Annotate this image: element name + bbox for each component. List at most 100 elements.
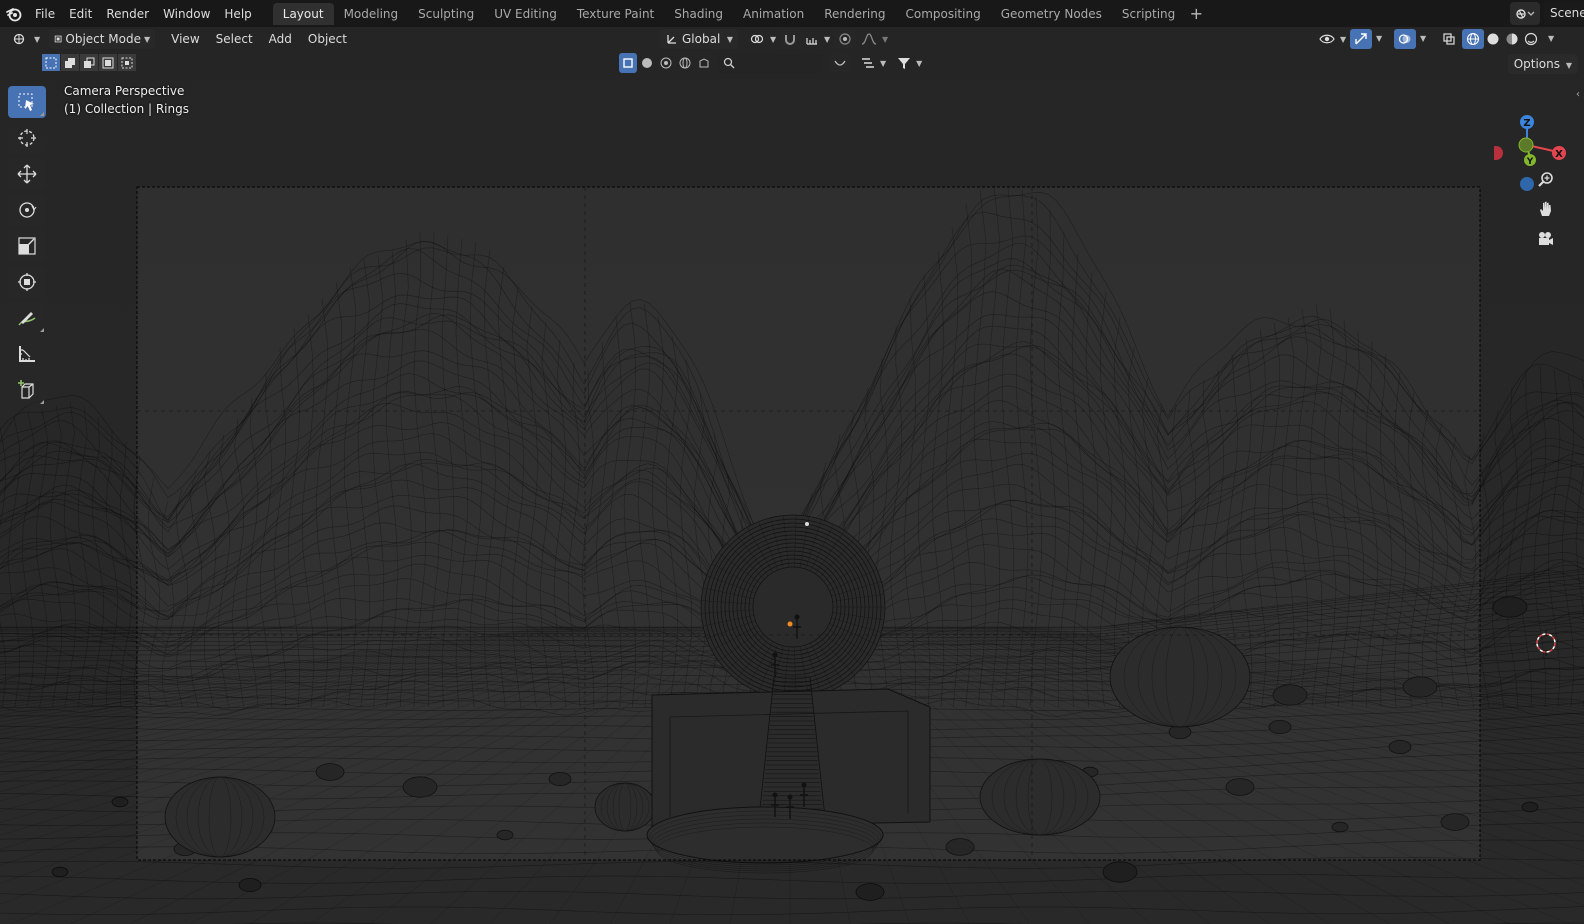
falloff-curve-icon [861, 33, 877, 45]
menu-object[interactable]: Object [300, 29, 355, 49]
snap-increment-icon [806, 38, 817, 45]
filter-sort-button[interactable]: ▼ [856, 53, 891, 73]
wireframe-sphere-icon [1466, 32, 1480, 46]
gizmo-neg-y-icon[interactable] [1518, 137, 1534, 153]
scene-browse-button[interactable] [1510, 2, 1540, 25]
select-intersect-button[interactable] [118, 54, 136, 71]
add-cube-tool[interactable] [8, 374, 46, 406]
filter-mesh-button[interactable] [638, 53, 656, 73]
select-box-tool[interactable] [8, 86, 46, 118]
view-name-label: Camera Perspective [64, 84, 185, 98]
object-origin [787, 621, 793, 627]
transform-orientation-select[interactable]: Global ▼ [660, 29, 738, 49]
transform-icon [18, 273, 36, 291]
viewport-header: ▼ Object Mode ▼ View Select Add Object G… [0, 27, 1584, 51]
tab-animation[interactable]: Animation [733, 3, 814, 25]
tab-texture-paint[interactable]: Texture Paint [567, 3, 664, 25]
transform-tool[interactable] [8, 266, 46, 298]
options-label: Options [1513, 57, 1561, 71]
shading-dropdown-icon[interactable]: ▼ [1548, 34, 1554, 43]
tab-compositing[interactable]: Compositing [895, 3, 990, 25]
3d-viewport[interactable]: ▼ Object Mode ▼ View Select Add Object G… [0, 27, 1584, 924]
gizmo-dropdown-icon[interactable]: ▼ [1376, 34, 1382, 43]
filter-funnel-icon [898, 58, 911, 69]
camera-view-button[interactable] [1534, 227, 1558, 251]
gizmo-neg-x-icon[interactable] [1494, 146, 1503, 160]
menu-add[interactable]: Add [261, 29, 300, 49]
tab-geometry-nodes[interactable]: Geometry Nodes [991, 3, 1112, 25]
cursor-tool[interactable] [8, 122, 46, 154]
overlays-toggle-button[interactable] [1394, 29, 1416, 49]
rotate-icon [19, 202, 37, 218]
pivot-point-button[interactable]: ▼ [744, 29, 781, 49]
search-field[interactable] [718, 53, 822, 73]
menu-help[interactable]: Help [217, 3, 258, 25]
select-new-icon [45, 57, 57, 68]
select-invert-button[interactable] [99, 54, 117, 71]
zoom-magnifier-icon [1538, 172, 1553, 187]
orientation-label: Global [682, 32, 721, 46]
pan-button[interactable] [1534, 197, 1558, 221]
zoom-button[interactable] [1534, 168, 1558, 192]
filter-texture-button[interactable] [695, 53, 713, 73]
menu-window[interactable]: Window [156, 3, 217, 25]
annotate-tool[interactable] [8, 302, 46, 334]
camera-passepartout-top [0, 27, 1584, 187]
wireframe-scene[interactable] [0, 27, 1584, 924]
sidebar-toggle-icon[interactable]: ‹ [1576, 89, 1584, 103]
overlays-dropdown-icon[interactable]: ▼ [1420, 34, 1426, 43]
filter-object-button[interactable] [619, 53, 637, 73]
scene-icon [1516, 8, 1535, 19]
filter-world-button[interactable] [676, 53, 694, 73]
snap-target-button[interactable]: ▼ [800, 29, 835, 49]
filter-funnel-button[interactable]: ▼ [892, 53, 927, 73]
measure-tool[interactable] [8, 338, 46, 370]
scale-tool[interactable] [8, 230, 46, 262]
filter-material-button[interactable] [657, 53, 675, 73]
gizmo-neg-z-icon[interactable] [1520, 177, 1534, 191]
tab-shading[interactable]: Shading [664, 3, 733, 25]
move-tool[interactable] [8, 158, 46, 190]
shading-rendered-button[interactable] [1520, 29, 1542, 49]
falloff-button[interactable]: ▼ [856, 29, 893, 49]
rotate-tool[interactable] [8, 194, 46, 226]
menu-select[interactable]: Select [208, 29, 261, 49]
object-visibility-button[interactable]: ▼ [1314, 29, 1351, 49]
tab-scripting[interactable]: Scripting [1112, 3, 1185, 25]
tab-uv-editing[interactable]: UV Editing [484, 3, 567, 25]
gizmo-z-label: Z [1523, 118, 1530, 129]
curve-icon [834, 60, 846, 66]
scene-selector: Scene [1510, 2, 1584, 25]
scene-name-field[interactable]: Scene [1544, 2, 1584, 25]
editor-type-button[interactable]: ▼ [8, 29, 45, 49]
camera-passepartout-bottom [0, 860, 1584, 924]
rendered-sphere-icon [1524, 32, 1538, 46]
mesh-sphere-icon [642, 58, 652, 68]
proportional-editing-button[interactable] [834, 29, 856, 49]
ruler-icon [19, 346, 35, 362]
viewport-tool-header: ▼ ▼ Options ▼ [0, 53, 1584, 75]
add-workspace-button[interactable]: + [1185, 3, 1207, 25]
select-extend-button[interactable] [61, 54, 79, 71]
select-subtract-button[interactable] [80, 54, 98, 71]
menu-file[interactable]: File [28, 3, 62, 25]
overlays-icon [1398, 34, 1411, 44]
tab-layout[interactable]: Layout [272, 2, 334, 25]
tab-rendering[interactable]: Rendering [814, 3, 895, 25]
magnet-icon [785, 35, 795, 45]
snap-toggle-button[interactable] [779, 29, 801, 49]
options-dropdown[interactable]: Options ▼ [1507, 54, 1578, 74]
select-new-button[interactable] [42, 54, 60, 71]
select-box-icon [18, 93, 34, 111]
shading-wireframe-button[interactable] [1462, 29, 1484, 49]
gizmo-toggle-button[interactable] [1350, 29, 1372, 49]
xray-toggle-button[interactable] [1438, 29, 1460, 49]
menu-view[interactable]: View [163, 29, 207, 49]
menu-edit[interactable]: Edit [62, 3, 99, 25]
tab-modeling[interactable]: Modeling [334, 3, 409, 25]
blender-logo-icon[interactable] [0, 0, 28, 27]
tab-sculpting[interactable]: Sculpting [408, 3, 484, 25]
mode-select[interactable]: Object Mode ▼ [49, 29, 156, 49]
filter-curve-button[interactable] [829, 53, 851, 73]
menu-render[interactable]: Render [99, 3, 156, 25]
